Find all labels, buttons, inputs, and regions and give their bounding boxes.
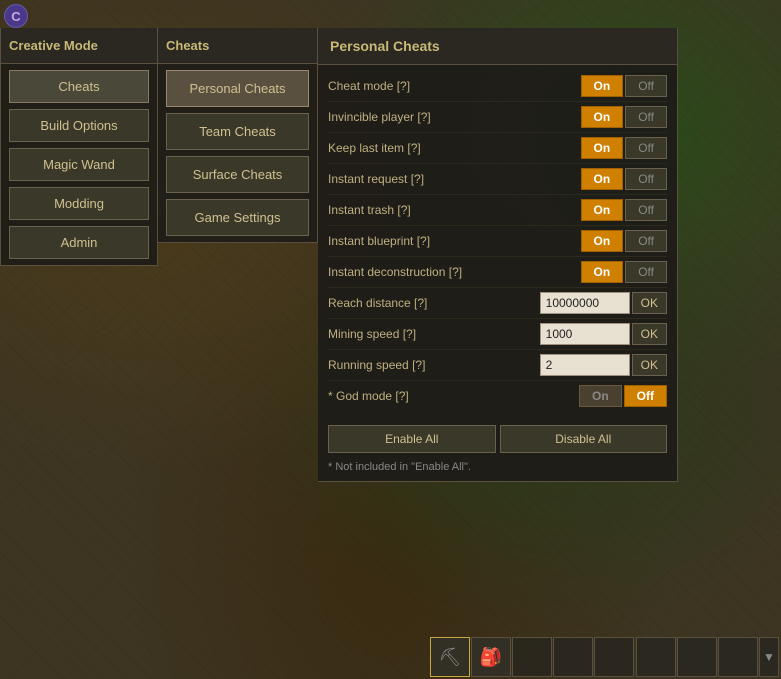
option-instant-deconstruction: Instant deconstruction [?] On Off	[328, 257, 667, 288]
btn-on-instant-blueprint[interactable]: On	[581, 230, 624, 252]
input-mining-speed[interactable]	[540, 323, 630, 345]
creative-mode-panel: Creative Mode Cheats Build Options Magic…	[0, 28, 158, 266]
toggle-instant-deconstruction: On Off	[581, 261, 667, 283]
nav-btn-admin[interactable]: Admin	[9, 226, 149, 259]
btn-on-keep-last-item[interactable]: On	[581, 137, 624, 159]
nav-btn-magic-wand[interactable]: Magic Wand	[9, 148, 149, 181]
input-reach-distance[interactable]	[540, 292, 630, 314]
hotbar-slot-1[interactable]: ⛏	[430, 637, 470, 677]
btn-ok-reach-distance[interactable]: OK	[632, 292, 667, 314]
toggle-god-mode: On Off	[579, 385, 667, 407]
toggle-invincible-player: On Off	[581, 106, 667, 128]
hotbar-slot-extra-2[interactable]	[677, 637, 717, 677]
option-god-mode: * God mode [?] On Off	[328, 381, 667, 411]
toggle-instant-trash: On Off	[581, 199, 667, 221]
hotbar: ⛏ 🎒 ▼	[0, 629, 781, 679]
option-running-speed: Running speed [?] OK	[328, 350, 667, 381]
nav-btn-modding[interactable]: Modding	[9, 187, 149, 220]
toggle-keep-last-item: On Off	[581, 137, 667, 159]
btn-off-cheat-mode[interactable]: Off	[625, 75, 667, 97]
option-label-instant-deconstruction: Instant deconstruction [?]	[328, 265, 581, 279]
btn-ok-mining-speed[interactable]: OK	[632, 323, 667, 345]
option-label-instant-blueprint: Instant blueprint [?]	[328, 234, 581, 248]
nav-btn-team-cheats[interactable]: Team Cheats	[166, 113, 309, 150]
input-group-reach-distance: OK	[540, 292, 667, 314]
nav-btn-personal-cheats[interactable]: Personal Cheats	[166, 70, 309, 107]
cheats-panel: Cheats Personal Cheats Team Cheats Surfa…	[158, 28, 318, 243]
hotbar-slots: ⛏ 🎒	[430, 637, 634, 677]
btn-off-instant-request[interactable]: Off	[625, 168, 667, 190]
btn-on-cheat-mode[interactable]: On	[581, 75, 624, 97]
hotbar-slot-2[interactable]: 🎒	[471, 637, 511, 677]
personal-cheats-panel: Personal Cheats Cheat mode [?] On Off In…	[318, 28, 678, 482]
btn-on-invincible-player[interactable]: On	[581, 106, 624, 128]
hotbar-slot-extra-3[interactable]	[718, 637, 758, 677]
option-cheat-mode: Cheat mode [?] On Off	[328, 71, 667, 102]
btn-off-invincible-player[interactable]: Off	[625, 106, 667, 128]
hotbar-slot-5[interactable]	[594, 637, 634, 677]
toggle-cheat-mode: On Off	[581, 75, 667, 97]
hotbar-slot-extra-1[interactable]	[636, 637, 676, 677]
btn-off-instant-deconstruction[interactable]: Off	[625, 261, 667, 283]
nav-btn-cheats[interactable]: Cheats	[9, 70, 149, 103]
hotbar-slot-3[interactable]	[512, 637, 552, 677]
bottom-actions: Enable All Disable All	[318, 417, 677, 457]
btn-ok-running-speed[interactable]: OK	[632, 354, 667, 376]
btn-off-instant-blueprint[interactable]: Off	[625, 230, 667, 252]
hotbar-slot-4[interactable]	[553, 637, 593, 677]
btn-off-keep-last-item[interactable]: Off	[625, 137, 667, 159]
nav-btn-game-settings[interactable]: Game Settings	[166, 199, 309, 236]
personal-cheats-title: Personal Cheats	[318, 28, 677, 65]
option-invincible-player: Invincible player [?] On Off	[328, 102, 667, 133]
btn-on-instant-trash[interactable]: On	[581, 199, 624, 221]
option-label-reach-distance: Reach distance [?]	[328, 296, 540, 310]
cheats-title: Cheats	[158, 28, 317, 64]
option-reach-distance: Reach distance [?] OK	[328, 288, 667, 319]
btn-off-god-mode[interactable]: Off	[624, 385, 667, 407]
hotbar-right-slots: ▼	[636, 637, 779, 677]
option-label-running-speed: Running speed [?]	[328, 358, 540, 372]
option-keep-last-item: Keep last item [?] On Off	[328, 133, 667, 164]
btn-on-god-mode[interactable]: On	[579, 385, 622, 407]
option-label-cheat-mode: Cheat mode [?]	[328, 79, 581, 93]
options-list: Cheat mode [?] On Off Invincible player …	[318, 65, 677, 417]
app-logo: C	[4, 4, 28, 28]
input-running-speed[interactable]	[540, 354, 630, 376]
option-instant-blueprint: Instant blueprint [?] On Off	[328, 226, 667, 257]
option-instant-request: Instant request [?] On Off	[328, 164, 667, 195]
input-group-running-speed: OK	[540, 354, 667, 376]
nav-btn-build-options[interactable]: Build Options	[9, 109, 149, 142]
option-label-keep-last-item: Keep last item [?]	[328, 141, 581, 155]
btn-off-instant-trash[interactable]: Off	[625, 199, 667, 221]
input-group-mining-speed: OK	[540, 323, 667, 345]
btn-on-instant-deconstruction[interactable]: On	[581, 261, 624, 283]
btn-on-instant-request[interactable]: On	[581, 168, 624, 190]
option-label-instant-trash: Instant trash [?]	[328, 203, 581, 217]
option-label-mining-speed: Mining speed [?]	[328, 327, 540, 341]
scroll-btn[interactable]: ▼	[759, 637, 779, 677]
option-mining-speed: Mining speed [?] OK	[328, 319, 667, 350]
creative-mode-title: Creative Mode	[1, 28, 157, 64]
option-label-instant-request: Instant request [?]	[328, 172, 581, 186]
option-instant-trash: Instant trash [?] On Off	[328, 195, 667, 226]
toggle-instant-blueprint: On Off	[581, 230, 667, 252]
btn-enable-all[interactable]: Enable All	[328, 425, 496, 453]
option-label-invincible-player: Invincible player [?]	[328, 110, 581, 124]
nav-btn-surface-cheats[interactable]: Surface Cheats	[166, 156, 309, 193]
toggle-instant-request: On Off	[581, 168, 667, 190]
btn-disable-all[interactable]: Disable All	[500, 425, 668, 453]
option-label-god-mode: * God mode [?]	[328, 389, 579, 403]
footnote: * Not included in "Enable All".	[318, 457, 677, 481]
